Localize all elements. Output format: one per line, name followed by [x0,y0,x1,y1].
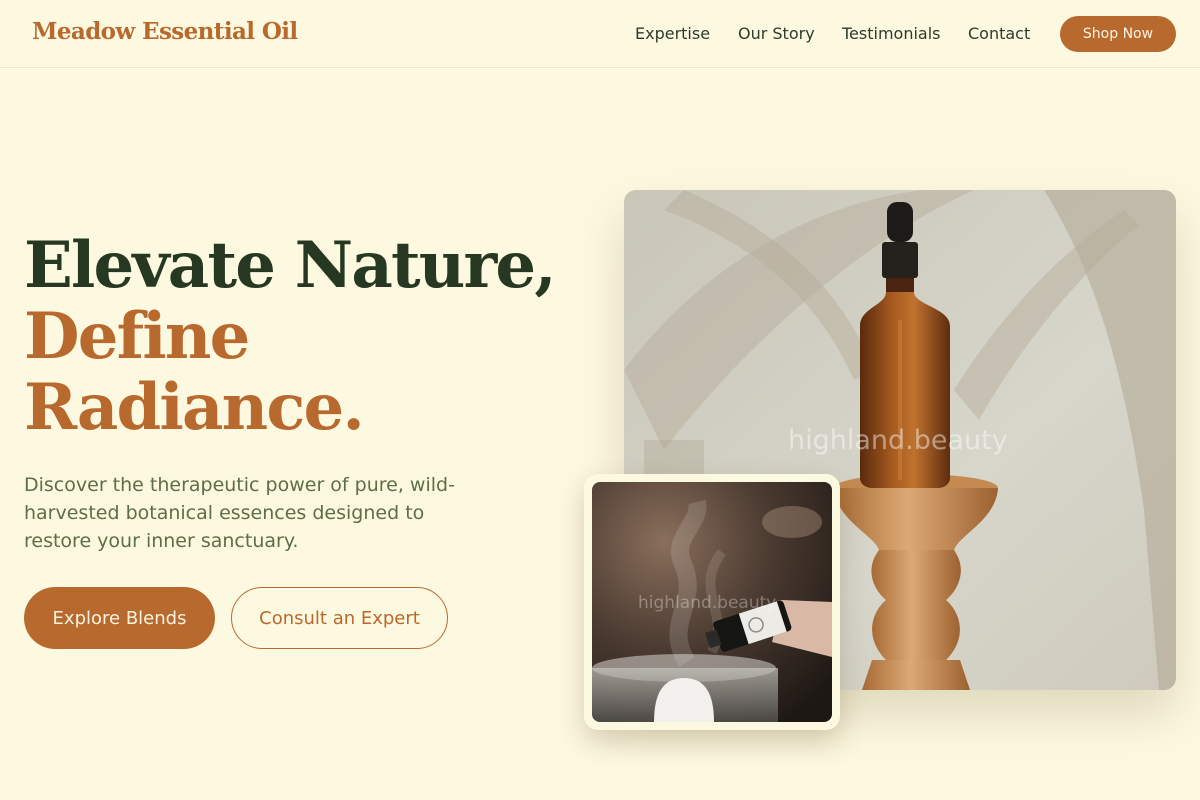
nav-link-contact[interactable]: Contact [968,24,1030,43]
hero-title: Elevate Nature, Define Radiance. [24,228,557,445]
main-image-watermark: highland.beauty [788,425,1008,456]
nav-link-testimonials[interactable]: Testimonials [842,24,941,43]
inset-image-frame: highland.beauty [584,474,840,730]
shop-now-button[interactable]: Shop Now [1060,16,1176,52]
nav-link-expertise[interactable]: Expertise [635,24,710,43]
inset-image-watermark: highland.beauty [638,593,777,613]
consult-expert-button[interactable]: Consult an Expert [231,587,448,649]
site-header: Meadow Essential Oil Expertise Our Story… [0,0,1200,68]
explore-blends-button[interactable]: Explore Blends [24,587,215,649]
brand-logo[interactable]: Meadow Essential Oil [32,18,298,45]
diffuser-image: highland.beauty [592,482,832,722]
hero-title-line-1: Elevate Nature, [24,228,557,303]
nav-link-our-story[interactable]: Our Story [738,24,815,43]
hero-title-line-2: Define [24,299,250,374]
hero-title-line-3: Radiance. [24,370,365,445]
hero-subtitle: Discover the therapeutic power of pure, … [24,474,455,552]
